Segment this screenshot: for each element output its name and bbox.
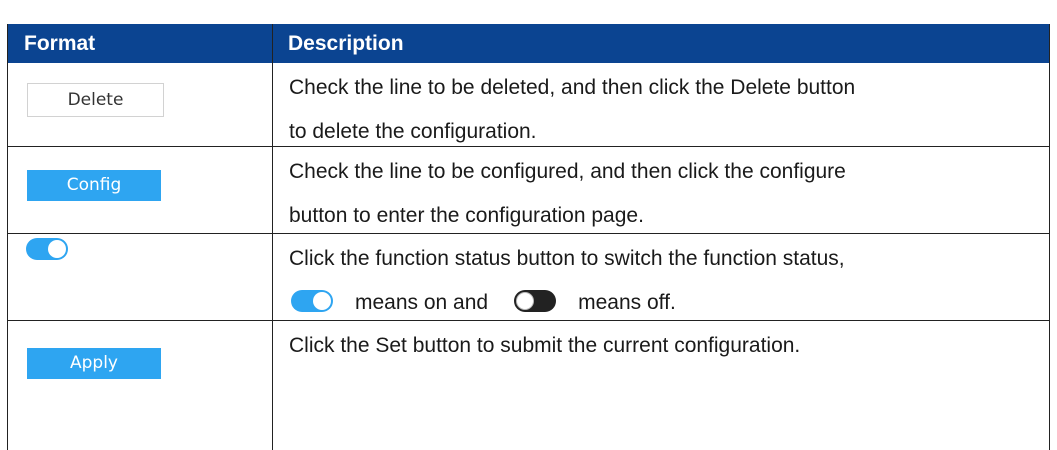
description-delete: Check the line to be deleted, and then c…: [289, 66, 1040, 154]
description-line: Click the function status button to swit…: [289, 247, 845, 270]
description-config: Check the line to be configured, and the…: [289, 150, 1040, 238]
format-description-table: Format Description Delete Check the line…: [7, 24, 1050, 450]
description-line: Check the line to be configured, and the…: [289, 160, 846, 183]
table-row-config: Config Check the line to be configured, …: [8, 147, 1049, 234]
function-status-toggle[interactable]: [26, 238, 68, 260]
description-toggle: Click the function status button to swit…: [289, 237, 1040, 325]
toggle-knob: [48, 240, 66, 258]
on-meaning-text: means on and: [355, 291, 489, 314]
table-header: Format Description: [8, 24, 1049, 63]
description-line: Click the Set button to submit the curre…: [289, 334, 801, 357]
off-meaning-text: means off.: [578, 291, 676, 314]
apply-button[interactable]: Apply: [27, 348, 161, 379]
table-row-toggle: Click the function status button to swit…: [8, 234, 1049, 321]
table-row-apply: Apply Click the Set button to submit the…: [8, 321, 1049, 450]
description-line-toggle-states: means on and means off.: [289, 281, 1040, 325]
header-format: Format: [24, 32, 96, 55]
description-line: Check the line to be deleted, and then c…: [289, 76, 856, 99]
delete-button[interactable]: Delete: [27, 83, 164, 117]
table-row-delete: Delete Check the line to be deleted, and…: [8, 63, 1049, 147]
description-apply: Click the Set button to submit the curre…: [289, 324, 1040, 368]
header-description: Description: [288, 32, 404, 55]
toggle-on-icon: [291, 290, 333, 312]
config-button[interactable]: Config: [27, 170, 161, 201]
description-line: button to enter the configuration page.: [289, 204, 644, 227]
toggle-off-icon: [514, 290, 557, 312]
